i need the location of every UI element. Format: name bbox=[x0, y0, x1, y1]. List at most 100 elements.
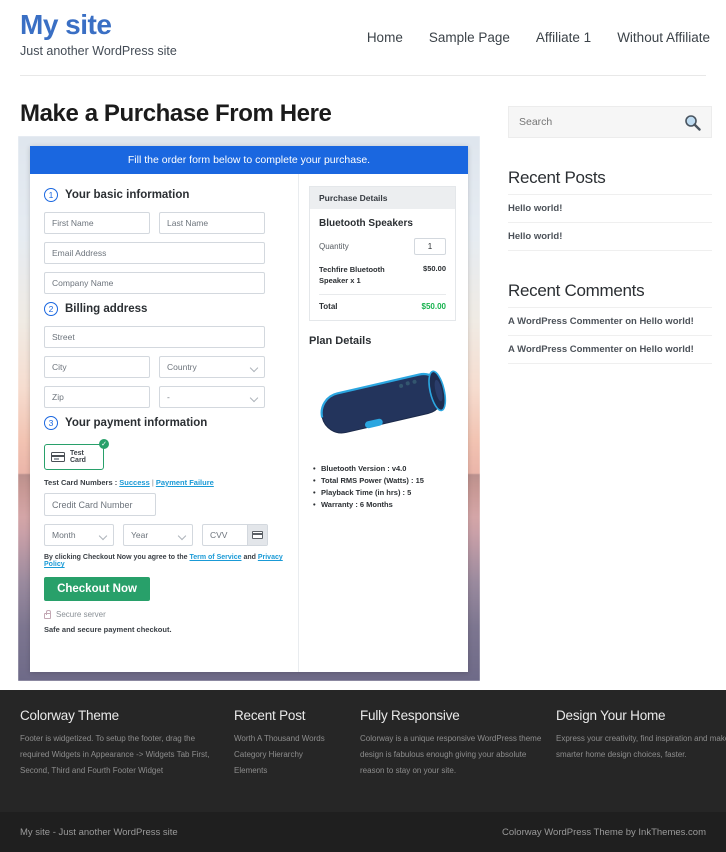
test-numbers-prefix: Test Card Numbers : bbox=[44, 478, 120, 487]
footer-column-fully-responsive: Fully Responsive Colorway is a unique re… bbox=[360, 708, 542, 779]
order-form-widget: Fill the order form below to complete yo… bbox=[18, 136, 480, 681]
list-item[interactable]: Category Hierarchy bbox=[234, 747, 346, 763]
primary-navigation: Home Sample Page Affiliate 1 Without Aff… bbox=[367, 30, 710, 45]
page-title: Make a Purchase From Here bbox=[20, 100, 332, 127]
order-form-right-column: Purchase Details Bluetooth Speakers Quan… bbox=[298, 174, 468, 672]
test-card-button[interactable]: Test Card bbox=[44, 444, 104, 470]
test-card-option[interactable]: Test Card ✓ bbox=[44, 439, 109, 470]
total-row: Total $50.00 bbox=[319, 302, 446, 311]
order-form-card: Fill the order form below to complete yo… bbox=[30, 146, 468, 672]
payment-failure-link[interactable]: Payment Failure bbox=[156, 478, 214, 487]
first-name-input[interactable]: First Name bbox=[44, 212, 150, 234]
nav-item-affiliate-1[interactable]: Affiliate 1 bbox=[536, 30, 591, 45]
purchase-details-heading: Purchase Details bbox=[310, 187, 455, 209]
site-title[interactable]: My site bbox=[20, 8, 177, 42]
recent-posts-title: Recent Posts bbox=[508, 168, 606, 187]
list-item[interactable]: Hello world! bbox=[508, 194, 712, 222]
quantity-label: Quantity bbox=[319, 242, 349, 251]
credit-card-row: Credit Card Number bbox=[44, 493, 284, 516]
check-circle-icon: ✓ bbox=[99, 439, 109, 449]
quantity-row: Quantity 1 bbox=[319, 238, 446, 255]
site-tagline: Just another WordPress site bbox=[20, 44, 177, 58]
footer-column-colorway-theme: Colorway Theme Footer is widgetized. To … bbox=[20, 708, 220, 779]
footer-credit-right[interactable]: Colorway WordPress Theme by InkThemes.co… bbox=[502, 827, 706, 838]
list-item[interactable]: A WordPress Commenter on Hello world! bbox=[508, 307, 712, 335]
list-item[interactable]: Hello world! bbox=[508, 222, 712, 251]
secure-server-row: Secure server bbox=[44, 610, 284, 619]
total-label: Total bbox=[319, 302, 338, 311]
recent-comments-title: Recent Comments bbox=[508, 281, 645, 300]
list-item[interactable]: A WordPress Commenter on Hello world! bbox=[508, 335, 712, 364]
step-basic-information: 1 Your basic information bbox=[44, 188, 284, 202]
order-form-body: 1 Your basic information First Name Last… bbox=[30, 174, 468, 672]
footer-column-text: Footer is widgetized. To setup the foote… bbox=[20, 734, 210, 775]
footer-column-title: Fully Responsive bbox=[360, 708, 460, 723]
header-divider bbox=[20, 75, 706, 76]
street-field-row: Street bbox=[44, 326, 284, 348]
name-field-row: First Name Last Name bbox=[44, 212, 284, 234]
cvv-glyph-icon bbox=[252, 531, 263, 539]
city-input[interactable]: City bbox=[44, 356, 150, 378]
footer-column-title: Colorway Theme bbox=[20, 708, 119, 723]
terms-of-service-link[interactable]: Term of Service bbox=[189, 554, 241, 561]
nav-item-sample-page[interactable]: Sample Page bbox=[429, 30, 510, 45]
recent-posts-list: Hello world! Hello world! bbox=[508, 194, 712, 251]
search-input[interactable] bbox=[519, 116, 669, 128]
success-card-link[interactable]: Success bbox=[119, 478, 149, 487]
sidebar: Recent Posts Hello world! Hello world! R… bbox=[508, 106, 712, 364]
step-billing-address: 2 Billing address bbox=[44, 302, 284, 316]
zip-input[interactable]: Zip bbox=[44, 386, 150, 408]
state-select[interactable]: - bbox=[159, 386, 265, 408]
company-name-input[interactable]: Company Name bbox=[44, 272, 265, 294]
recent-comments-list: A WordPress Commenter on Hello world! A … bbox=[508, 307, 712, 364]
lock-icon bbox=[44, 610, 52, 619]
credit-card-icon bbox=[51, 452, 65, 462]
footer-column-title: Design Your Home bbox=[556, 708, 666, 723]
list-item[interactable]: Worth A Thousand Words bbox=[234, 731, 346, 747]
footer-column-recent-post: Recent Post Worth A Thousand Words Categ… bbox=[234, 708, 346, 779]
footer-bottom-bar: My site - Just another WordPress site Co… bbox=[0, 812, 726, 852]
street-input[interactable]: Street bbox=[44, 326, 265, 348]
checkout-now-button[interactable]: Checkout Now bbox=[44, 577, 150, 601]
country-select[interactable]: Country bbox=[159, 356, 265, 378]
quantity-input[interactable]: 1 bbox=[414, 238, 446, 255]
site-footer: Colorway Theme Footer is widgetized. To … bbox=[0, 690, 726, 812]
city-country-row: City Country bbox=[44, 356, 284, 378]
site-branding: My site Just another WordPress site bbox=[20, 8, 177, 59]
plan-spec-item: Total RMS Power (Watts) : 15 bbox=[313, 475, 456, 487]
footer-column-text: Express your creativity, find inspiratio… bbox=[556, 734, 726, 759]
footer-column-text: Colorway is a unique responsive WordPres… bbox=[360, 734, 542, 775]
step-label-billing: Billing address bbox=[65, 303, 148, 315]
test-card-label: Test Card bbox=[70, 450, 86, 464]
speaker-illustration-icon bbox=[320, 370, 447, 434]
last-name-input[interactable]: Last Name bbox=[159, 212, 265, 234]
email-input[interactable]: Email Address bbox=[44, 242, 265, 264]
credit-card-number-input[interactable]: Credit Card Number bbox=[44, 493, 156, 516]
secure-server-label: Secure server bbox=[56, 610, 106, 619]
expiry-month-select[interactable]: Month bbox=[44, 524, 114, 546]
bluetooth-speaker-image bbox=[309, 353, 456, 453]
purchase-details-body: Bluetooth Speakers Quantity 1 Techfire B… bbox=[310, 209, 455, 320]
expiry-year-select[interactable]: Year bbox=[123, 524, 193, 546]
cvv-card-icon bbox=[247, 525, 267, 545]
nav-item-without-affiliate[interactable]: Without Affiliate bbox=[617, 30, 710, 45]
purchase-details-box: Purchase Details Bluetooth Speakers Quan… bbox=[309, 186, 456, 321]
site-header: My site Just another WordPress site Home… bbox=[0, 0, 726, 76]
terms-agreement-text: By clicking Checkout Now you agree to th… bbox=[44, 554, 284, 568]
nav-item-home[interactable]: Home bbox=[367, 30, 403, 45]
product-name: Bluetooth Speakers bbox=[319, 218, 413, 229]
plan-specs-list: Bluetooth Version : v4.0 Total RMS Power… bbox=[309, 463, 456, 511]
footer-credit-left: My site - Just another WordPress site bbox=[20, 826, 178, 838]
line-item-name: Techfire Bluetooth Speaker x 1 bbox=[319, 265, 385, 285]
expiry-cvv-row: Month Year CVV bbox=[44, 524, 284, 546]
total-value: $50.00 bbox=[421, 302, 446, 311]
test-card-numbers-line: Test Card Numbers : Success | Payment Fa… bbox=[44, 478, 284, 487]
plan-spec-item: Bluetooth Version : v4.0 bbox=[313, 463, 456, 475]
order-form-left-column: 1 Your basic information First Name Last… bbox=[30, 174, 298, 672]
list-item[interactable]: Elements bbox=[234, 763, 346, 779]
search-icon[interactable] bbox=[684, 114, 701, 131]
email-field-row: Email Address bbox=[44, 242, 284, 264]
line-item-price: $50.00 bbox=[423, 264, 446, 273]
page-root: My site Just another WordPress site Home… bbox=[0, 0, 726, 852]
step-number-3: 3 bbox=[44, 416, 58, 430]
